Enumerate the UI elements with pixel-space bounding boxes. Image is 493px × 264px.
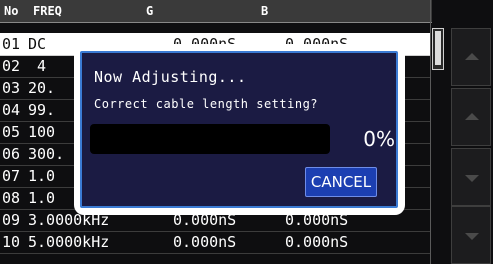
row-freq: 1.0 (28, 189, 56, 207)
progress-percent: 0% (363, 127, 395, 151)
dialog-message: Correct cable length setting? (94, 97, 319, 111)
row-freq: 20. (28, 79, 56, 97)
row-no: 08 (2, 189, 21, 207)
row-no: 05 (2, 123, 21, 141)
row-freq: 4 (37, 57, 47, 75)
row-b: 0.000nS (285, 233, 349, 251)
row-freq: 99. (28, 101, 56, 119)
row-freq: 100 (28, 123, 56, 141)
table-divider (430, 0, 431, 264)
row-no: 09 (2, 211, 21, 229)
down-arrow-icon (465, 233, 479, 240)
header-b: B (261, 4, 269, 18)
up-arrow-icon (465, 113, 479, 120)
table-header: No FREQ G B (0, 0, 432, 23)
row-no: 01 (2, 35, 21, 53)
up-arrow-icon (465, 53, 479, 60)
header-no: No (4, 4, 19, 18)
row-freq: 300. (28, 145, 65, 163)
row-no: 07 (2, 167, 21, 185)
row-g: 0.000nS (173, 233, 237, 251)
row-freq: DC (28, 35, 47, 53)
cancel-button[interactable]: CANCEL (305, 167, 377, 197)
page-down-button[interactable] (451, 206, 491, 264)
page-up-button[interactable] (451, 28, 491, 86)
row-no: 02 (2, 57, 21, 75)
adjusting-dialog: Now Adjusting... Correct cable length se… (80, 51, 398, 208)
row-no: 03 (2, 79, 21, 97)
row-no: 04 (2, 101, 21, 119)
dialog-title: Now Adjusting... (94, 68, 247, 86)
scroll-up-button[interactable] (451, 88, 491, 146)
header-g: G (146, 4, 154, 18)
row-no: 06 (2, 145, 21, 163)
row-no: 10 (2, 233, 21, 251)
progress-bar (90, 124, 330, 154)
scrollbar-thumb[interactable] (435, 31, 441, 65)
table-row[interactable]: 10 5.0000kHz 0.000nS 0.000nS (0, 231, 430, 254)
scrollbar[interactable] (432, 28, 444, 70)
header-freq: FREQ (33, 4, 62, 18)
row-freq: 5.0000kHz (28, 233, 110, 251)
screen: No FREQ G B 01 DC 0.000nS 0.000nS 02 4 0… (0, 0, 493, 264)
row-freq: 1.0 (28, 167, 56, 185)
down-arrow-icon (465, 175, 479, 182)
scroll-down-button[interactable] (451, 148, 491, 206)
